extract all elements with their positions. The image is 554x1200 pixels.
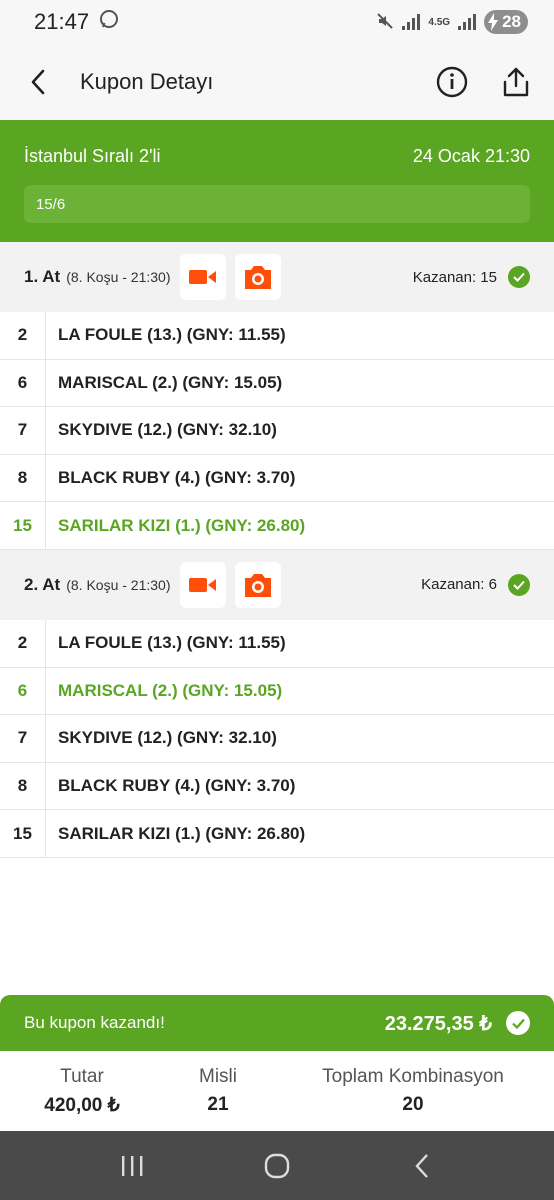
app-header: Kupon Detayı <box>0 44 554 120</box>
horse-number: 8 <box>0 454 46 502</box>
horse-name: SKYDIVE (12.) (GNY: 32.10) <box>58 420 277 440</box>
status-time: 21:47 <box>34 9 90 34</box>
horse-number: 7 <box>0 715 46 762</box>
winner-label: Kazanan: 6 <box>421 576 497 594</box>
horse-row-winner[interactable]: 6 MARISCAL (2.) (GNY: 15.05) <box>0 667 554 716</box>
video-camera-icon <box>188 270 216 284</box>
race-2-rows: 2 LA FOULE (13.) (GNY: 11.55) 6 MARISCAL (… <box>0 619 554 858</box>
multiplier: Misli 21 <box>164 1066 272 1116</box>
horse-name: BLACK RUBY (4.) (GNY: 3.70) <box>58 776 296 796</box>
horse-number: 15 <box>0 502 46 549</box>
check-icon <box>508 266 530 288</box>
home-icon <box>264 1153 290 1178</box>
combination-count: Toplam Kombinasyon 20 <box>272 1066 554 1116</box>
horse-name: LA FOULE (13.) (GNY: 11.55) <box>58 633 286 653</box>
check-icon <box>506 1011 530 1035</box>
horse-row[interactable]: 2 LA FOULE (13.) (GNY: 11.55) <box>0 619 554 668</box>
horse-row-winner[interactable]: 15 SARILAR KIZI (1.) (GNY: 26.80) <box>0 502 554 550</box>
back-button[interactable] <box>30 62 54 102</box>
horse-number: 2 <box>0 619 46 667</box>
combination-text: 15/6 <box>36 195 66 213</box>
race-date: 24 Ocak 21:30 <box>412 146 530 166</box>
check-icon <box>508 573 530 596</box>
horse-row[interactable]: 8 BLACK RUBY (4.) (GNY: 3.70) <box>0 454 554 503</box>
camera-icon <box>244 573 271 597</box>
race-1-rows: 2 LA FOULE (13.) (GNY: 11.55) 6 MARISCAL (… <box>0 312 554 550</box>
home-button[interactable] <box>247 1141 307 1191</box>
system-nav-bar <box>0 1131 554 1200</box>
race-title: 1. At <box>24 267 61 286</box>
info-icon <box>436 66 468 98</box>
battery-level: 28 <box>502 12 521 31</box>
video-camera-icon <box>188 577 216 592</box>
photo-button[interactable] <box>234 254 281 300</box>
total-value: 420,00 ₺ <box>44 1094 120 1116</box>
horse-name: SKYDIVE (12.) (GNY: 32.10) <box>58 728 277 748</box>
race-title: 2. At <box>24 574 61 594</box>
horse-row[interactable]: 2 LA FOULE (13.) (GNY: 11.55) <box>0 312 554 360</box>
network-type: 4.5G <box>428 16 451 28</box>
horse-name: SARILAR KIZI (1.) (GNY: 26.80) <box>58 515 306 535</box>
bolt-icon <box>488 13 499 36</box>
multiplier-value: 21 <box>207 1094 229 1115</box>
camera-icon <box>244 266 271 289</box>
back-arrow-icon <box>31 69 45 95</box>
horse-name: LA FOULE (13.) (GNY: 11.55) <box>58 325 286 345</box>
horse-row[interactable]: 8 BLACK RUBY (4.) (GNY: 3.70) <box>0 762 554 811</box>
coupon-totals: Tutar 420,00 ₺ Misli 21 Toplam Kombinasy… <box>0 1051 554 1131</box>
info-button[interactable] <box>432 62 472 102</box>
win-amount: 23.275,35 ₺ <box>384 1012 492 1035</box>
winner-label: Kazanan: 15 <box>412 268 497 286</box>
video-button[interactable] <box>179 561 226 608</box>
horse-name: MARISCAL (2.) (GNY: 15.05) <box>58 680 283 700</box>
page-title: Kupon Detayı <box>80 69 214 94</box>
horse-name: SARILAR KIZI (1.) (GNY: 26.80) <box>58 823 306 843</box>
status-bar: 21:47 4.5G 28 <box>0 0 554 44</box>
horse-number: 7 <box>0 407 46 454</box>
whatsapp-icon <box>99 9 119 35</box>
total-label: Tutar <box>60 1065 104 1087</box>
share-icon <box>503 67 529 97</box>
coupon-result-bar: Bu kupon kazandı! 23.275,35 ₺ <box>0 995 554 1051</box>
horse-number: 6 <box>0 359 46 407</box>
horse-number: 8 <box>0 762 46 810</box>
combination-box: 15/6 <box>24 185 530 223</box>
result-text: Bu kupon kazandı! <box>24 1013 165 1032</box>
race-header-1: 1. At (8. Koşu - 21:30) Kazanan: 15 <box>0 242 554 312</box>
video-button[interactable] <box>179 254 226 300</box>
combination-label: Toplam Kombinasyon <box>322 1066 504 1087</box>
horse-row[interactable]: 7 SKYDIVE (12.) (GNY: 32.10) <box>0 407 554 455</box>
signal-icon <box>402 14 421 30</box>
horse-name: BLACK RUBY (4.) (GNY: 3.70) <box>58 468 296 488</box>
nav-back-icon <box>415 1153 428 1178</box>
multiplier-label: Misli <box>199 1066 237 1087</box>
combination-value: 20 <box>402 1094 424 1115</box>
nav-back-button[interactable] <box>392 1141 452 1191</box>
coupon-banner: İstanbul Sıralı 2'li 24 Ocak 21:30 15/6 <box>0 120 554 242</box>
bet-type: İstanbul Sıralı 2'li <box>24 146 161 166</box>
horse-name: MARISCAL (2.) (GNY: 15.05) <box>58 372 283 392</box>
horse-row[interactable]: 15 SARILAR KIZI (1.) (GNY: 26.80) <box>0 810 554 858</box>
race-info: (8. Koşu - 21:30) <box>66 576 171 593</box>
race-header-2: 2. At (8. Koşu - 21:30) Kazanan: 6 <box>0 549 554 620</box>
battery-indicator: 28 <box>484 10 528 34</box>
signal-icon-2 <box>458 14 477 30</box>
horse-number: 15 <box>0 810 46 857</box>
total-amount: Tutar 420,00 ₺ <box>0 1066 164 1117</box>
race-info: (8. Koşu - 21:30) <box>66 269 171 285</box>
recent-apps-icon <box>122 1155 143 1176</box>
recent-apps-button[interactable] <box>102 1141 162 1191</box>
share-button[interactable] <box>496 62 536 102</box>
photo-button[interactable] <box>234 561 281 608</box>
horse-number: 2 <box>0 312 46 359</box>
horse-row[interactable]: 6 MARISCAL (2.) (GNY: 15.05) <box>0 359 554 408</box>
horse-number: 6 <box>0 667 46 715</box>
mute-icon <box>376 12 394 33</box>
horse-row[interactable]: 7 SKYDIVE (12.) (GNY: 32.10) <box>0 715 554 763</box>
